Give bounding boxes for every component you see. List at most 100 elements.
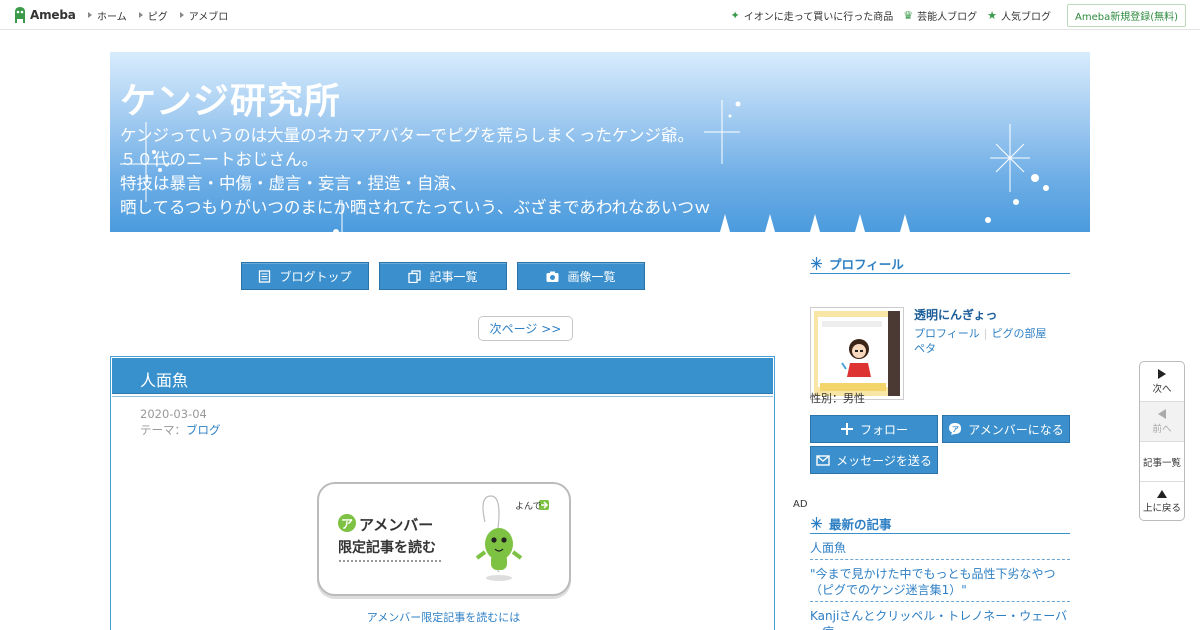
avatar-illustration-icon <box>814 311 900 396</box>
article-date: 2020-03-04 <box>140 407 207 421</box>
entry-list-label: 記事一覧 <box>429 269 478 284</box>
floating-pager: 次へ 前へ 記事一覧 上に戻る <box>1139 361 1185 521</box>
list-item[interactable]: 人面魚 <box>810 534 1070 560</box>
prev-entry-label: 前へ <box>1152 423 1172 435</box>
amember-help-link[interactable]: アメンバー限定記事を読むには <box>111 609 776 625</box>
blog-top-label: ブログトップ <box>279 269 352 284</box>
pigg-room-link[interactable]: ピグの部屋 <box>992 327 1047 340</box>
star-icon: ★ <box>987 8 997 22</box>
article-title[interactable]: 人面魚 <box>140 367 188 391</box>
blog-header-banner[interactable]: ケンジ研究所 ケンジっていうのは大量のネカマアバターでピグを荒らしまくったケンジ… <box>110 52 1090 232</box>
mascot-jumprope-icon: よんで <box>475 495 549 581</box>
trending-topic-link[interactable]: ✦ イオンに走って買いに行った商品 <box>731 8 894 23</box>
celebrity-blog-label: 芸能人ブログ <box>917 11 978 23</box>
prev-entry-button[interactable]: 前へ <box>1140 402 1184 442</box>
sparkle-icon <box>811 257 822 270</box>
image-list-label: 画像一覧 <box>567 269 616 284</box>
blog-description: ケンジっていうのは大量のネカマアバターでピグを荒らしまくったケンジ爺。 ５０代の… <box>120 124 1020 220</box>
article-header: 人面魚 <box>112 358 773 397</box>
amember-icon: ア <box>949 423 962 435</box>
play-right-icon <box>1158 368 1166 379</box>
back-to-top-button[interactable]: 上に戻る <box>1140 482 1184 520</box>
back-to-top-label: 上に戻る <box>1142 503 1181 514</box>
nav-pigg-label: ピグ <box>147 11 168 23</box>
next-entry-label: 次へ <box>1152 383 1172 395</box>
blog-nav: ブログトップ 記事一覧 画像一覧 <box>241 262 645 290</box>
amember-badge-icon: ア <box>338 514 356 532</box>
nav-pigg[interactable]: ピグ <box>138 8 168 23</box>
next-entry-button[interactable]: 次へ <box>1140 362 1184 402</box>
global-header: Ameba ホーム ピグ アメブロ ✦ イオンに走って買いに行った商品 ♛ 芸能人ブ… <box>0 0 1200 30</box>
blog-top-button[interactable]: ブログトップ <box>241 262 369 290</box>
caret-right-icon <box>179 12 184 18</box>
blog-description-line: 晒してるつもりがいつのまにか晒されてたっていう、ぶざまであわれなあいつｗ <box>120 198 711 217</box>
amember-read-button[interactable]: ア アメンバー 限定記事を読む よんで <box>317 482 571 596</box>
global-nav: ホーム ピグ アメブロ <box>88 0 228 30</box>
ad-label: AD <box>793 499 808 510</box>
article-theme: テーマ：ブログ <box>140 422 221 438</box>
caret-right-icon <box>138 12 143 18</box>
profile-heading-label: プロフィール <box>829 257 904 272</box>
play-left-icon <box>1158 408 1166 419</box>
separator: | <box>983 327 988 340</box>
entry-list-button[interactable]: 記事一覧 <box>379 262 507 290</box>
latest-heading: 最新の記事 <box>810 514 1070 534</box>
amember-join-label: アメンバーになる <box>968 422 1064 437</box>
next-page-button[interactable]: 次ページ >> <box>478 316 573 341</box>
avatar[interactable] <box>810 307 904 400</box>
avatar-image <box>814 311 900 396</box>
ameba-logo[interactable]: Ameba <box>13 6 76 24</box>
theme-label: テーマ： <box>140 423 186 437</box>
profile-link[interactable]: プロフィール <box>914 327 980 340</box>
blog-description-line: ケンジっていうのは大量のネカマアバターでピグを荒らしまくったケンジ爺。 <box>120 126 695 145</box>
blog-description-line: ５０代のニートおじさん。 <box>120 150 318 169</box>
article: 人面魚 2020-03-04 テーマ：ブログ ア アメンバー 限定記事を読む よ… <box>110 356 775 630</box>
copy-icon <box>408 269 422 283</box>
register-button[interactable]: Ameba新規登録(無料) <box>1066 3 1186 27</box>
follow-label: フォロー <box>859 422 908 437</box>
document-icon <box>259 269 271 283</box>
nav-ameblo-label: アメブロ <box>188 11 229 23</box>
amember-bubble-text: よんで <box>515 501 542 511</box>
peta-link[interactable]: ペタ <box>914 342 936 355</box>
trending-topic-label: イオンに走って買いに行った商品 <box>743 11 894 23</box>
camera-icon <box>546 271 559 282</box>
follow-button[interactable]: フォロー <box>810 415 938 443</box>
amember-label: アメンバー <box>359 516 434 534</box>
nav-home[interactable]: ホーム <box>88 8 127 23</box>
send-message-label: メッセージを送る <box>836 453 932 468</box>
profile-name[interactable]: 透明にんぎょっ <box>914 306 997 323</box>
list-item[interactable]: "今まで見かけた中でもっとも品性下劣なやつ（ピグでのケンジ迷言集1）" <box>810 560 1070 602</box>
amember-cta-label: 限定記事を読む <box>338 540 436 556</box>
theme-link[interactable]: ブログ <box>186 423 221 437</box>
profile-card: 透明にんぎょっ プロフィール | ピグの部屋 ペタ <box>810 274 1070 404</box>
nav-ameblo[interactable]: アメブロ <box>179 8 229 23</box>
latest-entries: 最新の記事 人面魚 "今まで見かけた中でもっとも品性下劣なやつ（ピグでのケンジ迷… <box>810 514 1070 630</box>
latest-list: 人面魚 "今まで見かけた中でもっとも品性下劣なやつ（ピグでのケンジ迷言集1）" … <box>810 534 1070 630</box>
sparkle-icon <box>811 517 822 530</box>
entry-list-float-label: 記事一覧 <box>1142 457 1181 469</box>
celebrity-blog-link[interactable]: ♛ 芸能人ブログ <box>903 8 977 23</box>
header-links: ✦ イオンに走って買いに行った商品 ♛ 芸能人ブログ ★ 人気ブログ Ameba新規登… <box>731 0 1186 30</box>
amember-join-button[interactable]: ア アメンバーになる <box>942 415 1070 443</box>
ameba-logo-text: Ameba <box>30 8 76 22</box>
arrow-up-icon <box>1157 490 1167 498</box>
sparkle-icon: ✦ <box>730 8 740 22</box>
blog-title[interactable]: ケンジ研究所 <box>120 72 341 124</box>
latest-heading-label: 最新の記事 <box>829 517 892 532</box>
image-list-button[interactable]: 画像一覧 <box>517 262 645 290</box>
profile-gender: 性別：男性 <box>810 392 865 405</box>
blog-description-line: 特技は暴言・中傷・虚言・妄言・捏造・自演、 <box>120 174 467 193</box>
send-message-button[interactable]: メッセージを送る <box>810 446 938 474</box>
dotted-divider <box>339 560 441 562</box>
profile-heading: プロフィール <box>810 254 1070 274</box>
popular-blog-link[interactable]: ★ 人気ブログ <box>987 8 1051 23</box>
caret-right-icon <box>88 12 92 18</box>
plus-icon <box>840 423 853 435</box>
entry-list-float-button[interactable]: 記事一覧 <box>1140 442 1184 482</box>
mail-icon <box>816 455 830 466</box>
popular-blog-label: 人気ブログ <box>1000 11 1051 23</box>
profile-links: プロフィール | ピグの部屋 ペタ <box>914 326 1074 356</box>
sidebar: プロフィール 透明にんぎょっ プロフィール | ピグの部屋 ペタ 性別：男性 フ… <box>810 254 1070 474</box>
list-item[interactable]: Kanjiさんとクリッペル・トレノネー・ウェーバー症 <box>810 602 1070 630</box>
